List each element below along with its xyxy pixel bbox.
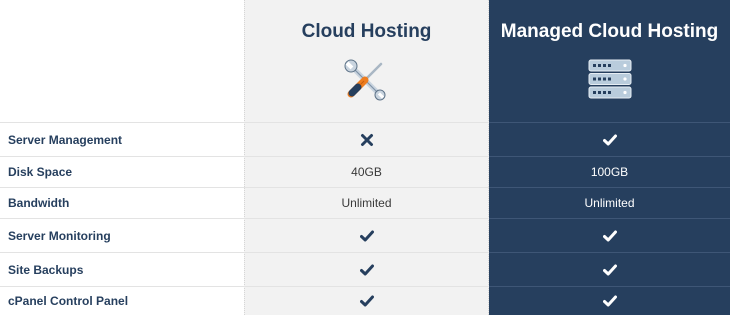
feature-label: Server Monitoring: [8, 228, 111, 243]
table-row: Bandwidth Unlimited Unlimited: [0, 187, 730, 218]
plan-title-cloud-hosting: Cloud Hosting: [301, 21, 432, 42]
table-row: Server Management: [0, 122, 730, 156]
check-icon: [359, 230, 374, 241]
check-icon: [602, 264, 617, 275]
plan-title-managed-cloud-hosting: Managed Cloud Hosting: [500, 21, 719, 42]
feature-label: cPanel Control Panel: [8, 294, 129, 308]
cloud-hosting-value: [244, 287, 489, 315]
managed-cloud-hosting-value: Unlimited: [584, 196, 635, 210]
check-icon: [602, 134, 617, 145]
feature-label: Disk Space: [8, 165, 73, 179]
cloud-hosting-value: 40GB: [351, 165, 382, 179]
server-stack-icon: [588, 59, 632, 99]
hosting-comparison-table: Cloud Hosting Managed Cloud Hosting Serv…: [0, 0, 730, 315]
table-row: Server Monitoring: [0, 218, 730, 252]
cloud-hosting-value: Unlimited: [341, 196, 392, 210]
cloud-hosting-value: [244, 123, 489, 156]
managed-cloud-hosting-value: 100GB: [590, 165, 629, 179]
table-row: Disk Space 40GB 100GB: [0, 156, 730, 187]
feature-label: Bandwidth: [8, 196, 70, 210]
managed-cloud-hosting-value: [489, 253, 730, 286]
managed-cloud-hosting-value: [489, 123, 730, 156]
check-icon: [602, 230, 617, 241]
wrench-screwdriver-icon: [344, 59, 386, 101]
cross-icon: [360, 133, 373, 146]
managed-cloud-hosting-value: [489, 219, 730, 252]
cloud-hosting-value: [244, 253, 489, 286]
table-row: cPanel Control Panel: [0, 286, 730, 315]
managed-cloud-hosting-value: [489, 287, 730, 315]
check-icon: [602, 295, 617, 307]
check-icon: [359, 295, 374, 307]
feature-label: Server Management: [8, 132, 123, 147]
table-row: Site Backups: [0, 252, 730, 286]
cloud-hosting-value: [244, 219, 489, 252]
check-icon: [359, 264, 374, 275]
feature-label: Site Backups: [8, 262, 84, 277]
